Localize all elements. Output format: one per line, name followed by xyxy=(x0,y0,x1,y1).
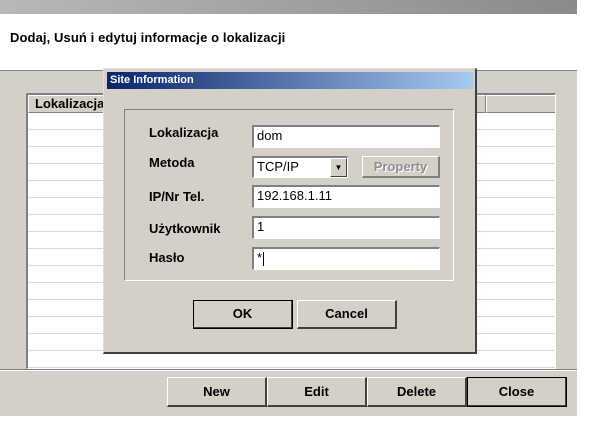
ip-label: IP/Nr Tel. xyxy=(149,189,205,204)
triangle-down-icon[interactable]: ▼ xyxy=(330,158,347,177)
ip-value: 192.168.1.11 xyxy=(257,188,332,203)
method-select[interactable]: TCP/IP ▼ xyxy=(252,156,348,178)
ip-field[interactable]: 192.168.1.11 xyxy=(252,185,440,208)
ok-button[interactable]: OK xyxy=(193,300,293,329)
window-right-margin xyxy=(577,0,601,428)
user-value: 1 xyxy=(257,219,265,234)
page-heading: Dodaj, Usuń i edytuj informacje o lokali… xyxy=(10,30,286,45)
password-label: Hasło xyxy=(149,250,185,265)
property-button[interactable]: Property xyxy=(362,156,440,178)
cancel-button[interactable]: Cancel xyxy=(297,300,397,329)
method-value: TCP/IP xyxy=(257,159,299,174)
edit-button[interactable]: Edit xyxy=(267,377,367,407)
delete-button[interactable]: Delete xyxy=(367,377,467,407)
user-field[interactable]: 1 xyxy=(252,216,440,239)
window-top-bar xyxy=(0,0,577,14)
button-bar-divider xyxy=(0,369,577,371)
new-button[interactable]: New xyxy=(167,377,267,407)
site-information-dialog: Site Information Lokalizacja dom Metoda … xyxy=(103,68,477,354)
password-value: * xyxy=(257,250,263,265)
close-button[interactable]: Close xyxy=(467,377,567,407)
method-label: Metoda xyxy=(149,155,195,170)
password-field[interactable]: * xyxy=(252,247,440,270)
location-value: dom xyxy=(257,128,283,143)
location-field[interactable]: dom xyxy=(252,125,440,148)
column-header-location[interactable]: Lokalizacja xyxy=(28,95,108,113)
user-label: Użytkownik xyxy=(149,221,221,236)
location-label: Lokalizacja xyxy=(149,125,219,140)
column-header-extra[interactable] xyxy=(486,95,555,113)
dialog-title-bar[interactable]: Site Information xyxy=(107,72,473,89)
text-caret xyxy=(263,251,265,266)
dialog-title: Site Information xyxy=(110,74,194,86)
